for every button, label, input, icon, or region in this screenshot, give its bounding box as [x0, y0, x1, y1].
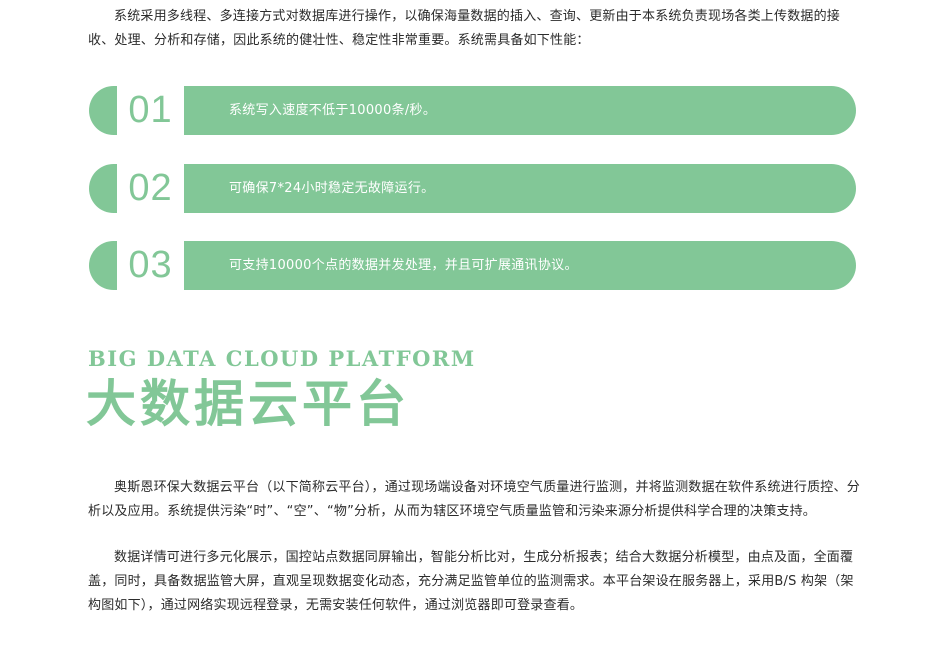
feature-text: 可支持10000个点的数据并发处理，并且可扩展通讯协议。 [229, 258, 578, 273]
feature-item-1: 01 系统写入速度不低于10000条/秒。 [89, 86, 856, 135]
feature-number: 02 [117, 164, 184, 213]
feature-text: 可确保7*24小时稳定无故障运行。 [229, 181, 435, 196]
section-title-chinese: 大数据云平台 [86, 375, 410, 433]
feature-item-3: 03 可支持10000个点的数据并发处理，并且可扩展通讯协议。 [89, 241, 856, 290]
intro-paragraph: 系统采用多线程、多连接方式对数据库进行操作，以确保海量数据的插入、查询、更新由于… [88, 9, 841, 48]
feature-number: 01 [117, 86, 184, 135]
feature-item-2: 02 可确保7*24小时稳定无故障运行。 [89, 164, 856, 213]
feature-text: 系统写入速度不低于10000条/秒。 [229, 103, 437, 118]
section-title-english: BIG DATA CLOUD PLATFORM [88, 346, 476, 371]
description-paragraph-1: 奥斯恩环保大数据云平台（以下简称云平台），通过现场端设备对环境空气质量进行监测，… [88, 480, 860, 519]
description-paragraph-2: 数据详情可进行多元化展示，国控站点数据同屏输出，智能分析比对，生成分析报表；结合… [88, 550, 854, 613]
feature-number: 03 [117, 241, 184, 290]
